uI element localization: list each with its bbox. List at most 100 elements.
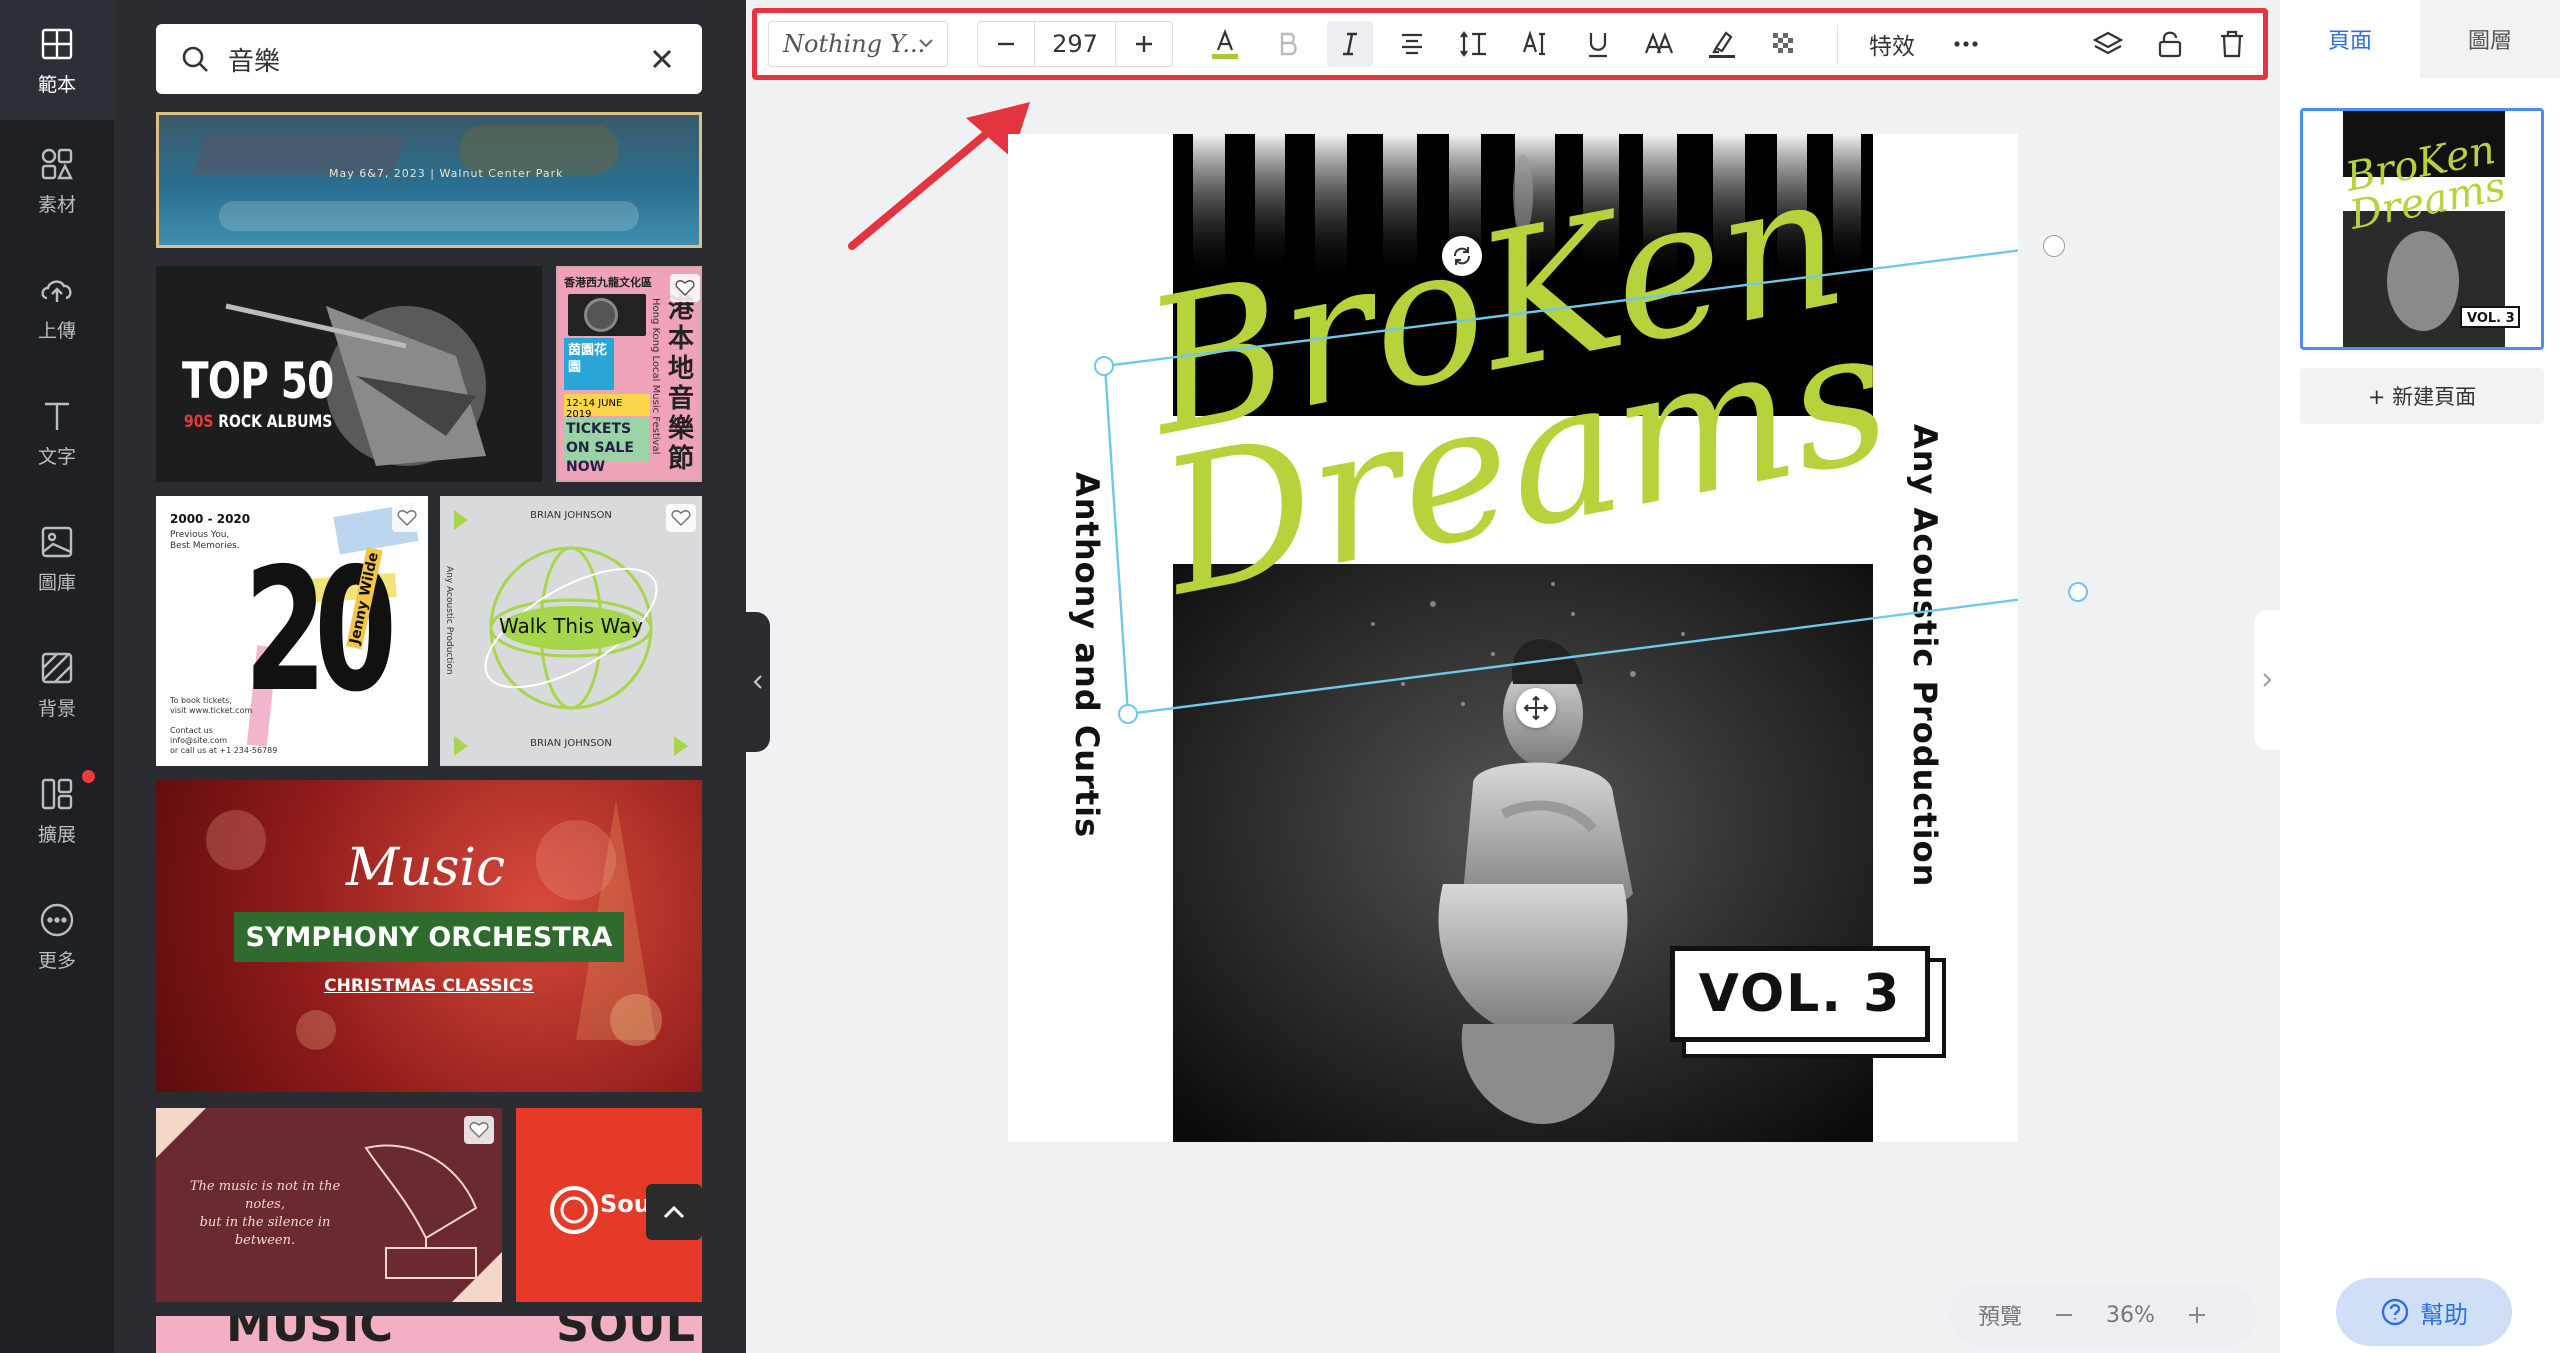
template-right: SOUL: [556, 1316, 695, 1352]
rail-label: 範本: [37, 73, 76, 96]
heart-icon: [671, 510, 691, 527]
template-top50[interactable]: TOP 50 90S ROCK ALBUMS: [156, 266, 542, 482]
template-2000-2020[interactable]: 2000 - 2020 Previous You, Best Memories. …: [156, 496, 428, 766]
clear-icon[interactable]: [644, 41, 680, 77]
resize-handle-bottom-right[interactable]: [2068, 582, 2088, 602]
rail-extensions[interactable]: 擴展: [0, 750, 114, 870]
underline-button[interactable]: [1575, 21, 1621, 67]
decrease-size-button[interactable]: [978, 22, 1034, 66]
search-input[interactable]: [228, 44, 608, 74]
help-button[interactable]: 幫助: [2336, 1278, 2512, 1346]
template-tagline: Previous You, Best Memories.: [170, 530, 240, 551]
favorite-button[interactable]: [392, 504, 422, 532]
template-bottom: BRIAN JOHNSON: [530, 738, 612, 749]
lock-button[interactable]: [2147, 21, 2193, 67]
transparency-button[interactable]: [1761, 21, 1807, 67]
background-icon: [41, 652, 73, 683]
line-spacing-icon: [1460, 31, 1486, 57]
line-spacing-button[interactable]: [1451, 21, 1497, 67]
scroll-top-button[interactable]: [646, 1184, 702, 1240]
chevron-left-icon: [753, 675, 762, 689]
bold-button[interactable]: [1265, 21, 1311, 67]
transparency-icon: [1773, 33, 1795, 55]
layers-button[interactable]: [2085, 21, 2131, 67]
rail-gallery[interactable]: 圖庫: [0, 498, 114, 618]
layers-icon: [2092, 31, 2124, 55]
template-walk-this-way[interactable]: BRIAN JOHNSON Walk This Way Any Acoustic…: [440, 496, 702, 766]
notification-dot: [82, 770, 95, 783]
resize-handle-top-right[interactable]: [2044, 236, 2064, 256]
zoom-in-icon[interactable]: [2185, 1303, 2209, 1327]
gramophone-illustration: [364, 1144, 478, 1279]
templates-panel: May 6&7, 2023 | Walnut Center Park TOP 5…: [114, 0, 746, 1353]
template-symphony-orchestra[interactable]: Music SYMPHONY ORCHESTRA CHRISTMAS CLASS…: [156, 780, 702, 1092]
rail-label: 上傳: [37, 319, 76, 342]
template-cta: TICKETS ON SALE NOW: [564, 418, 650, 475]
chevron-up-icon: [663, 1205, 685, 1219]
template-pool-party[interactable]: May 6&7, 2023 | Walnut Center Park: [156, 112, 702, 248]
rail-label: 擴展: [37, 823, 76, 846]
chevron-down-icon: [919, 39, 933, 48]
move-icon: [1523, 695, 1549, 721]
chevron-right-icon: [2263, 673, 2272, 687]
rail-background[interactable]: 背景: [0, 624, 114, 744]
delete-button[interactable]: [2209, 21, 2255, 67]
move-handle[interactable]: [1516, 688, 1556, 728]
font-family-value: Nothing Y...: [783, 30, 926, 58]
favorite-button[interactable]: [670, 274, 700, 302]
tab-layers[interactable]: 圖層: [2420, 0, 2560, 78]
template-hk-music-festival[interactable]: 香港西九龍文化區 茵園花園 12-14 JUNE 2019 TICKETS ON…: [556, 266, 702, 482]
font-size-stepper: 297: [977, 21, 1173, 67]
vol-badge[interactable]: VOL. 3: [1670, 946, 1930, 1042]
more-dots-icon: [1954, 41, 1978, 47]
rail-more[interactable]: 更多: [0, 876, 114, 996]
rail-label: 文字: [37, 445, 76, 468]
favorite-button[interactable]: [666, 504, 696, 532]
letter-spacing-button[interactable]: [1513, 21, 1559, 67]
case-button[interactable]: [1637, 21, 1683, 67]
template-badge: 茵園花園: [564, 338, 614, 390]
zoom-control: 預覽 36%: [1950, 1284, 2256, 1346]
rail-templates[interactable]: 範本: [0, 0, 114, 120]
increase-size-button[interactable]: [1116, 22, 1172, 66]
page-thumbnail[interactable]: BroKen Dreams VOL. 3: [2300, 108, 2544, 350]
rail-text[interactable]: 文字: [0, 372, 114, 492]
template-music-soul[interactable]: MUSIC SOUL: [156, 1316, 702, 1353]
italic-icon: [1343, 32, 1357, 56]
page-thumbnail-art: BroKen Dreams VOL. 3: [2303, 111, 2541, 347]
italic-button[interactable]: [1327, 21, 1373, 67]
font-size-value[interactable]: 297: [1034, 22, 1116, 66]
heart-icon: [397, 510, 417, 527]
rail-label: 素材: [37, 193, 76, 216]
underline-icon: [1589, 33, 1607, 58]
template-icon: [41, 28, 73, 59]
tab-pages[interactable]: 頁面: [2280, 0, 2420, 78]
more-options-button[interactable]: [1943, 21, 1989, 67]
new-page-button[interactable]: + 新建頁面: [2300, 368, 2544, 424]
zoom-value: 36%: [2106, 1302, 2155, 1328]
expand-right-panel-button[interactable]: [2254, 610, 2280, 750]
favorite-button[interactable]: [464, 1116, 494, 1144]
template-title: Walk This Way: [498, 614, 644, 638]
resize-handle-top-left[interactable]: [1094, 356, 1114, 376]
highlight-button[interactable]: [1699, 21, 1745, 67]
template-sub: CHRISTMAS CLASSICS: [324, 976, 534, 996]
template-title: TOP 50: [182, 352, 334, 410]
align-button[interactable]: [1389, 21, 1435, 67]
text-color-button[interactable]: [1202, 21, 1248, 67]
collapse-panel-button[interactable]: [746, 612, 770, 752]
template-left: MUSIC: [226, 1316, 394, 1352]
effects-button[interactable]: 特效: [1869, 21, 1915, 67]
rotate-handle[interactable]: [1442, 236, 1482, 276]
template-gramophone[interactable]: The music is not in the notes, but in the…: [156, 1108, 502, 1302]
rail-elements[interactable]: 素材: [0, 120, 114, 240]
help-label: 幫助: [2420, 1300, 2468, 1329]
rail-upload[interactable]: 上傳: [0, 246, 114, 366]
preview-button[interactable]: 預覽: [1978, 1299, 2022, 1331]
resize-handle-bottom-left[interactable]: [1118, 704, 1138, 724]
text-color-icon: [1212, 28, 1238, 59]
font-family-select[interactable]: Nothing Y...: [768, 21, 948, 67]
design-page[interactable]: Anthony and Curtis Any Acoustic Producti…: [1008, 130, 2088, 1142]
left-rail: 範本 素材 上傳 文字 圖庫 背景 擴展 更多: [0, 0, 114, 1353]
zoom-out-icon[interactable]: [2052, 1303, 2076, 1327]
